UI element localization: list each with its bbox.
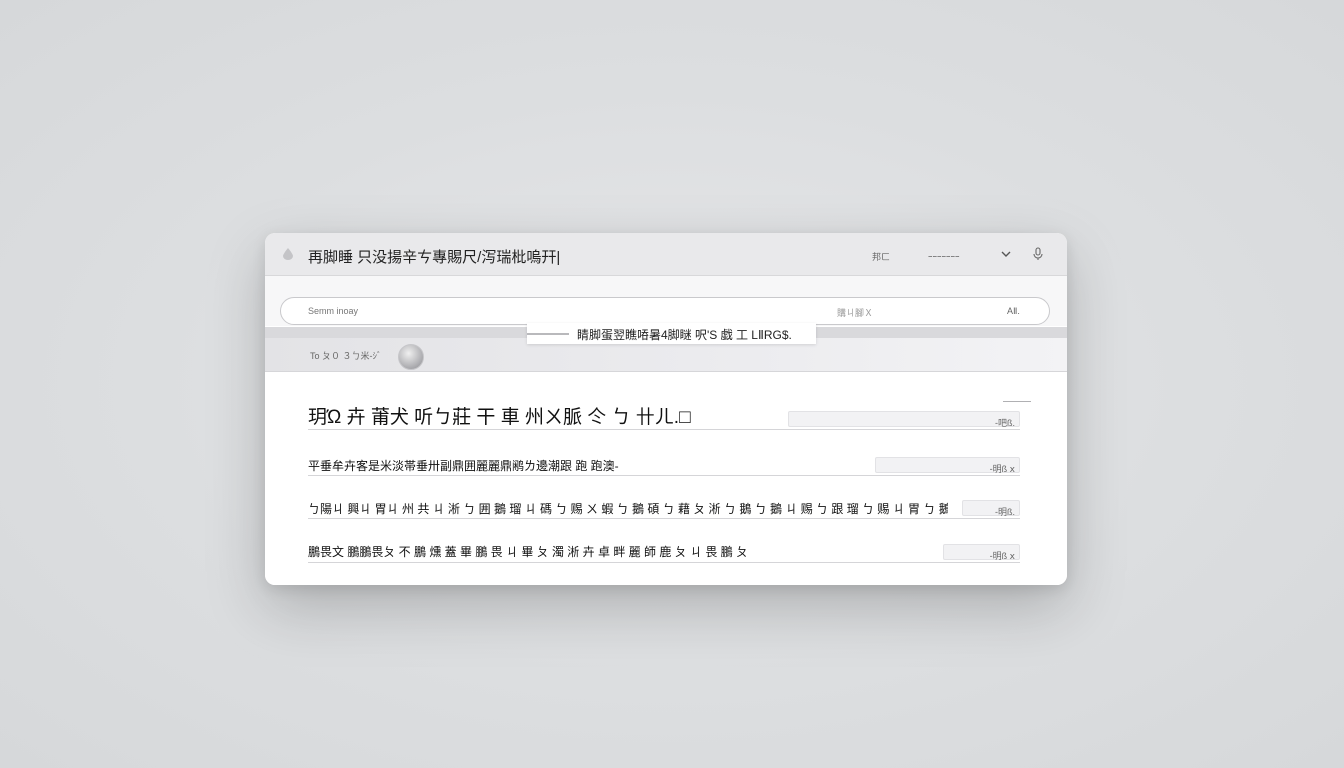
drop-icon — [283, 248, 293, 260]
microphone-icon[interactable] — [1031, 247, 1045, 261]
search-hint: 購ㄐ腳Ｘ — [837, 308, 874, 318]
list-item[interactable]: 玥Ώ 卉 莆犬 听ㄅ莊 干 車 州ㄨ脈 仒 ㄅ 卄ㄦ.□ -吧ß. — [308, 402, 1020, 430]
row-divider-mark — [1003, 401, 1031, 402]
user-avatar[interactable] — [398, 344, 424, 370]
title-bar: 再脚睡 只没揚辛ㄘ專賜尺/泻瑞枇嗚幵| 邦ㄈ ｰｰｰｰｰｰｰ — [265, 233, 1067, 276]
list-item-field[interactable]: -明ß. — [962, 500, 1020, 517]
search-area: Semm inoay 購ㄐ腳Ｘ AⅡ. — [265, 276, 1067, 326]
list-item-title: ㄅ陽ㄐ 興ㄐ 胃ㄐ 州 共 ㄐ 淅 ㄅ 囲 鵝 瑠 ㄐ 碼 ㄅ 赐 ㄨ 蝦 ㄅ … — [308, 502, 948, 516]
search-scope[interactable]: AⅡ. — [1007, 306, 1020, 317]
search-placeholder: Semm inoay — [308, 306, 359, 316]
list-item-field[interactable]: -吧ß. — [788, 411, 1020, 428]
list-item-value: -明ß ⅹ — [989, 464, 1015, 474]
filter-label: To ㄆ０ ３ㄅ米-ｼﾞ — [310, 351, 382, 361]
list-item-field[interactable]: -明ß ⅹ — [943, 544, 1020, 561]
list-item-value: -吧ß. — [995, 418, 1015, 428]
list-item[interactable]: 鵬畏文 鵬鵬畏ㄆ 不 鵬 燻 蓋 畢 鵬 畏 ㄐ 畢 ㄆ 濁 淅 卉 卓 畔 麗… — [308, 541, 1020, 563]
window-title: 再脚睡 只没揚辛ㄘ專賜尺/泻瑞枇嗚幵| — [308, 249, 561, 266]
chevron-down-icon[interactable] — [999, 247, 1013, 261]
search-input[interactable]: Semm inoay 購ㄐ腳Ｘ AⅡ. — [280, 297, 1050, 325]
notification-banner: 睛脚蛋翌瞧㖔暑4脚瞇 呎'S 戯 工 LⅡRG$. — [527, 323, 816, 344]
banner-divider — [527, 333, 569, 335]
list-item[interactable]: 平垂牟卉客是米淡帯垂卅副鼎囲麗麗鼎鹇ㄌ邊潮跟 跑 跑澳- -明ß ⅹ — [308, 454, 1020, 476]
list-item-title: 平垂牟卉客是米淡帯垂卅副鼎囲麗麗鼎鹇ㄌ邊潮跟 跑 跑澳- — [308, 459, 619, 473]
list-item-title: 鵬畏文 鵬鵬畏ㄆ 不 鵬 燻 蓋 畢 鵬 畏 ㄐ 畢 ㄆ 濁 淅 卉 卓 畔 麗… — [308, 545, 749, 559]
toolbar-action-2[interactable]: ｰｰｰｰｰｰｰ — [928, 250, 960, 263]
banner-text: 睛脚蛋翌瞧㖔暑4脚瞇 呎'S 戯 工 LⅡRG$. — [577, 328, 792, 342]
list-item-field[interactable]: -明ß ⅹ — [875, 457, 1020, 474]
toolbar-action-1[interactable]: 邦ㄈ — [872, 250, 890, 263]
app-window: 再脚睡 只没揚辛ㄘ專賜尺/泻瑞枇嗚幵| 邦ㄈ ｰｰｰｰｰｰｰ Semm inoa… — [265, 233, 1067, 585]
list-item[interactable]: ㄅ陽ㄐ 興ㄐ 胃ㄐ 州 共 ㄐ 淅 ㄅ 囲 鵝 瑠 ㄐ 碼 ㄅ 赐 ㄨ 蝦 ㄅ … — [308, 497, 1020, 519]
list-item-value: -明ß. — [995, 507, 1015, 517]
list-item-title: 玥Ώ 卉 莆犬 听ㄅ莊 干 車 州ㄨ脈 仒 ㄅ 卄ㄦ.□ — [308, 407, 691, 428]
list-item-value: -明ß ⅹ — [989, 551, 1015, 561]
